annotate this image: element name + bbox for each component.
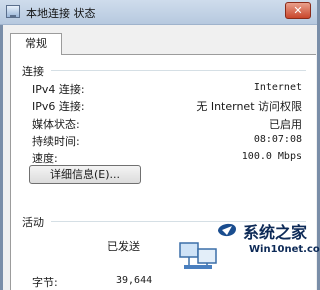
speed-value: 100.0 Mbps <box>241 151 302 162</box>
watermark: 系统之家 Win10net.com <box>215 213 320 279</box>
network-connection-icon <box>6 5 20 18</box>
connection-heading: 连接 <box>22 65 44 78</box>
ipv4-label: IPv4 连接: <box>32 83 85 96</box>
window-title: 本地连接 状态 <box>26 7 96 20</box>
speed-label: 速度: <box>32 152 58 165</box>
network-activity-icon <box>179 242 217 269</box>
bytes-sent-value: 39,644 <box>116 275 153 286</box>
ipv6-label: IPv6 连接: <box>32 100 85 113</box>
connection-divider <box>51 70 306 71</box>
media-state-value: 已启用 <box>269 118 302 131</box>
details-button[interactable]: 详细信息(E)... <box>29 165 141 184</box>
close-button[interactable]: ✕ <box>285 2 311 19</box>
sent-label: 已发送 <box>107 240 140 253</box>
ipv6-value: 无 Internet 访问权限 <box>196 100 302 113</box>
duration-label: 持续时间: <box>32 135 80 148</box>
tab-general[interactable]: 常规 <box>10 33 62 55</box>
watermark-logo-icon <box>218 223 236 237</box>
media-state-label: 媒体状态: <box>32 118 80 131</box>
watermark-title: 系统之家 <box>243 223 308 242</box>
activity-heading: 活动 <box>22 216 44 229</box>
ipv4-value: Internet <box>253 82 302 93</box>
bytes-label: 字节: <box>32 276 58 289</box>
watermark-url: Win10net.com <box>249 244 320 255</box>
title-bar: 本地连接 状态 ✕ <box>0 0 317 25</box>
duration-value: 08:07:08 <box>253 134 302 145</box>
